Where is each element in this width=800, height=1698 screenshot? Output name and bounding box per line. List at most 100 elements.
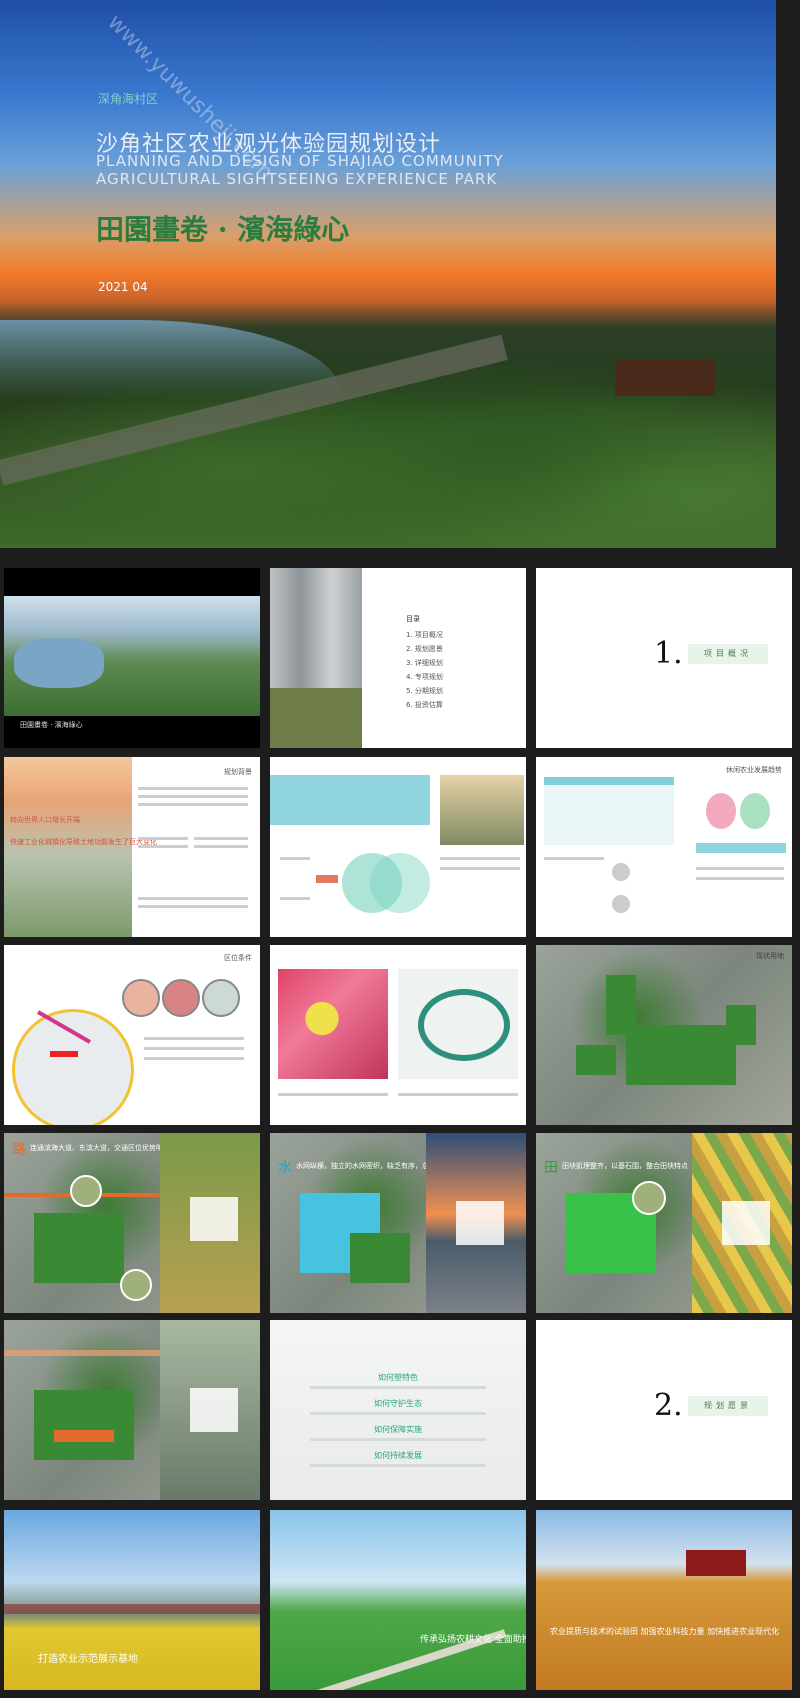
cover-trees bbox=[0, 300, 776, 548]
label-box bbox=[190, 1197, 238, 1241]
cover-kicker: 深角海村区 bbox=[98, 92, 159, 106]
trend-photo bbox=[440, 775, 524, 845]
text-block bbox=[440, 857, 520, 860]
field-text: 田块肌理整齐，以基石围，整合田块特点 bbox=[562, 1162, 688, 1170]
thumb-current-land[interactable]: 现状用地 bbox=[536, 945, 792, 1125]
bullet-icon bbox=[612, 863, 630, 881]
page-header: 规划背景 bbox=[224, 768, 252, 776]
question-3: 如何保障实施 bbox=[374, 1425, 422, 1434]
location-map bbox=[12, 1009, 134, 1125]
thumb-caption: 田園畫卷 · 濱海綠心 bbox=[20, 721, 83, 729]
section-number: 2. bbox=[654, 1388, 683, 1423]
field-block bbox=[726, 1005, 756, 1045]
green-leaf-icon bbox=[740, 793, 770, 829]
cover-slogan: 田園畫卷 · 濱海綠心 bbox=[96, 213, 350, 246]
thumb-leisure-agriculture[interactable]: 休闲农业发展趋势 bbox=[536, 757, 792, 937]
section-label: 规划愿景 bbox=[688, 1396, 768, 1416]
text-block bbox=[310, 1412, 486, 1415]
text-block bbox=[310, 1386, 486, 1389]
thumb-aerial-fields[interactable]: 田園畫卷 · 濱海綠心 bbox=[4, 568, 260, 748]
thumb-green-field[interactable]: 传承弘扬农耕文化 全面助推乡村振兴 bbox=[270, 1510, 526, 1690]
label-box bbox=[190, 1388, 238, 1432]
land-use-map bbox=[278, 969, 388, 1079]
thumb-vision-questions[interactable]: 如何塑特色 如何守护生态 如何保障实施 如何持续发展 bbox=[270, 1320, 526, 1500]
thumb-table-of-contents[interactable]: 目录 1. 项目概况 2. 规划愿景 3. 详细规划 4. 专项规划 5. 分期… bbox=[270, 568, 526, 748]
table-block bbox=[544, 777, 674, 845]
zoning-ring bbox=[418, 989, 510, 1061]
road-text: 连通滨海大道、东滨大道，交通区位优势明显 bbox=[30, 1144, 170, 1152]
background-line-2: 快速工业化城镇化导致土地功能发生了巨大变化 bbox=[10, 838, 157, 846]
inset-map bbox=[162, 979, 200, 1017]
text-block bbox=[138, 845, 188, 848]
thumb-field-analysis[interactable]: 田 田块肌理整齐，以基石围，整合田块特点 bbox=[536, 1133, 792, 1313]
toc-item: 3. 详细规划 bbox=[406, 659, 443, 667]
background-line-1: 转向世界人口增长开端 bbox=[10, 816, 80, 824]
thumb-land-use-maps[interactable] bbox=[270, 945, 526, 1125]
field-block bbox=[626, 1025, 736, 1085]
road-title: 路 bbox=[12, 1142, 26, 1158]
section-number: 1. bbox=[654, 636, 683, 671]
background-photo bbox=[4, 757, 132, 937]
text-block bbox=[280, 897, 310, 900]
pink-leaf-icon bbox=[706, 793, 736, 829]
cover-date: 2021 04 bbox=[98, 280, 148, 294]
toc-item: 6. 投资估算 bbox=[406, 701, 443, 709]
text-block bbox=[144, 1047, 244, 1050]
subheader-bar bbox=[696, 843, 786, 853]
text-block bbox=[398, 1093, 518, 1096]
water-title: 水 bbox=[278, 1160, 292, 1176]
text-block bbox=[280, 857, 310, 860]
banner-text: 打造农业示范展示基地 bbox=[38, 1654, 138, 1665]
cover-english-title-2: AGRICULTURAL SIGHTSEEING EXPERIENCE PARK bbox=[96, 170, 498, 188]
cover-english-title-1: PLANNING AND DESIGN OF SHAJIAO COMMUNITY bbox=[96, 152, 504, 170]
text-block bbox=[310, 1438, 486, 1441]
field-title: 田 bbox=[544, 1160, 558, 1176]
highlight-area bbox=[54, 1430, 114, 1442]
field-block bbox=[34, 1390, 134, 1460]
thumb-section-2[interactable]: 2. 规划愿景 bbox=[536, 1320, 792, 1500]
thumb-trends-diagram[interactable] bbox=[270, 757, 526, 937]
crowd-strip bbox=[4, 1604, 260, 1614]
page-header: 区位条件 bbox=[224, 954, 252, 962]
field-block bbox=[34, 1213, 124, 1283]
thumb-location[interactable]: 区位条件 bbox=[4, 945, 260, 1125]
thumb-road-analysis[interactable]: 路 连通滨海大道、东滨大道，交通区位优势明显 bbox=[4, 1133, 260, 1313]
text-block bbox=[144, 1037, 244, 1040]
question-4: 如何持续发展 bbox=[374, 1451, 422, 1460]
cover-house bbox=[615, 360, 715, 396]
text-block bbox=[278, 1093, 388, 1096]
toc-title: 目录 bbox=[406, 615, 420, 623]
text-block bbox=[138, 803, 248, 806]
thumb-background[interactable]: 转向世界人口增长开端 快速工业化城镇化导致土地功能发生了巨大变化 规划背景 bbox=[4, 757, 260, 937]
page-header: 现状用地 bbox=[756, 952, 784, 960]
banner-text: 传承弘扬农耕文化 全面助推乡村振兴 bbox=[420, 1635, 526, 1645]
label-box bbox=[456, 1201, 504, 1245]
label-box bbox=[722, 1201, 770, 1245]
toc-item: 2. 规划愿景 bbox=[406, 645, 443, 653]
text-block bbox=[138, 905, 248, 908]
text-block bbox=[138, 787, 248, 790]
toc-grass bbox=[270, 688, 362, 748]
thumb-water-analysis[interactable]: 水 水网纵横，独立的水网密织，缺乏有序，总体生态质量不高 bbox=[270, 1133, 526, 1313]
question-1: 如何塑特色 bbox=[378, 1373, 418, 1382]
bullet-icon bbox=[612, 895, 630, 913]
text-block bbox=[138, 837, 188, 840]
toc-item: 4. 专项规划 bbox=[406, 673, 443, 681]
inset-map bbox=[122, 979, 160, 1017]
zoning-map bbox=[398, 969, 518, 1079]
thumb-overall-analysis[interactable] bbox=[4, 1320, 260, 1500]
text-block bbox=[696, 877, 784, 880]
text-block bbox=[138, 795, 248, 798]
toc-item: 1. 项目概况 bbox=[406, 631, 443, 639]
thumb-section-1[interactable]: 1. 项目概况 bbox=[536, 568, 792, 748]
inset-map bbox=[202, 979, 240, 1017]
trend-banner bbox=[270, 775, 430, 825]
photo-circle bbox=[120, 1269, 152, 1301]
photo-circle bbox=[70, 1175, 102, 1207]
thumb-wheat-harvest[interactable]: 农业提质与技术的试验田 加强农业科技力量 加快推进农业现代化 bbox=[536, 1510, 792, 1690]
text-block bbox=[696, 867, 784, 870]
aerial-pond bbox=[14, 638, 104, 688]
thumb-rapeseed-field[interactable]: 打造农业示范展示基地 bbox=[4, 1510, 260, 1690]
arrow-icon bbox=[316, 875, 338, 883]
page-header: 休闲农业发展趋势 bbox=[726, 766, 782, 774]
